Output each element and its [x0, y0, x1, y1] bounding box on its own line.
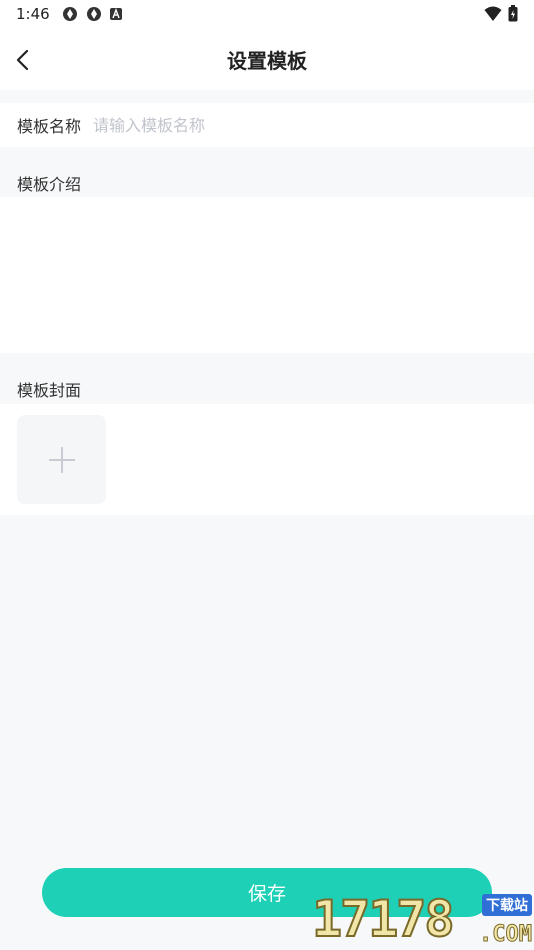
wifi-icon	[484, 6, 502, 21]
status-system-icons	[484, 5, 518, 22]
template-intro-label: 模板介绍	[17, 175, 82, 194]
a-icon	[109, 8, 122, 20]
app-icon-2	[86, 7, 101, 21]
app-icon-1	[62, 7, 77, 21]
template-cover-area	[0, 404, 534, 515]
template-name-row: 模板名称	[0, 103, 534, 147]
battery-icon	[508, 5, 518, 22]
watermark-domain: .COM	[479, 922, 533, 948]
cover-upload-button[interactable]	[17, 415, 106, 504]
template-intro-area	[0, 197, 534, 353]
status-time: 1:46	[16, 5, 50, 23]
template-name-input[interactable]	[93, 115, 494, 135]
template-cover-label: 模板封面	[17, 381, 82, 400]
watermark-tag: 下载站	[482, 894, 532, 916]
template-intro-textarea[interactable]	[0, 197, 534, 353]
status-notification-icons	[62, 6, 122, 22]
watermark-digits: 17178	[311, 889, 456, 949]
nav-bar: 设置模板	[0, 28, 534, 90]
template-name-label: 模板名称	[17, 117, 82, 136]
plus-icon	[48, 446, 75, 473]
page-title: 设置模板	[227, 49, 307, 73]
status-bar: 1:46	[0, 0, 534, 28]
watermark-logo: 17178 下载站 .COM	[311, 886, 534, 950]
